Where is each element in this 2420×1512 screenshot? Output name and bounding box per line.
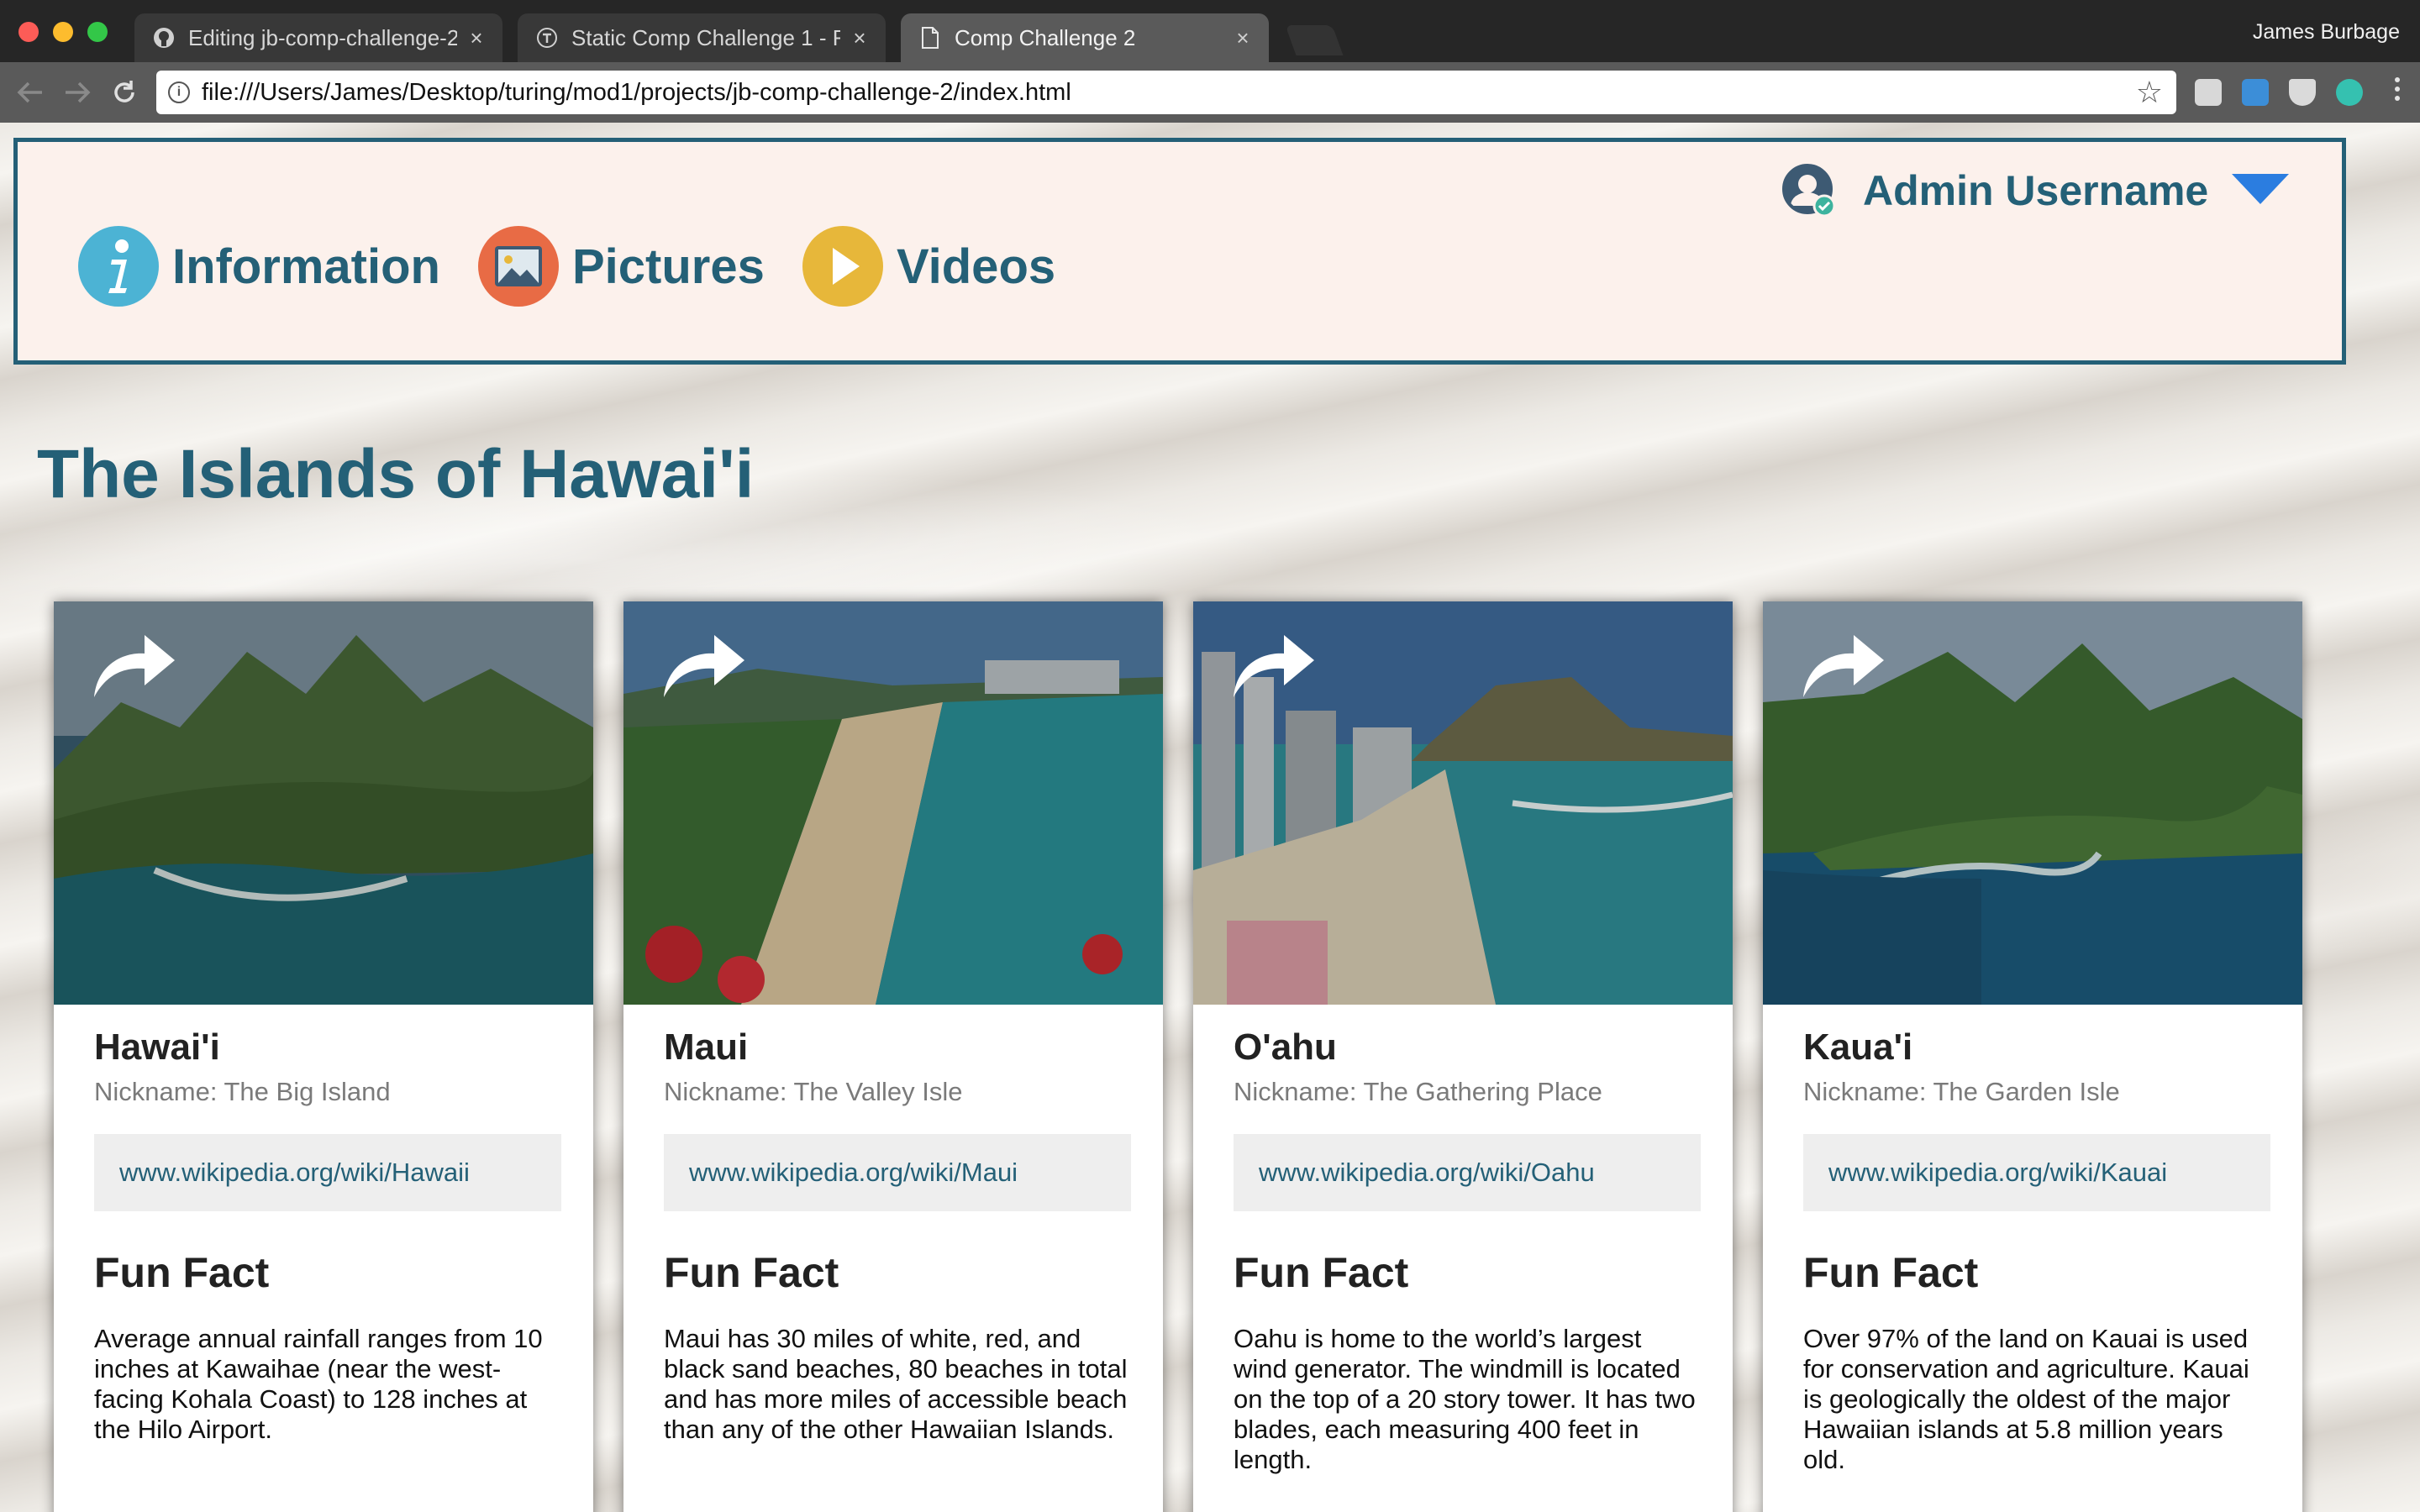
maximize-window-button[interactable] <box>87 22 108 42</box>
info-icon <box>78 226 159 307</box>
username-label[interactable]: Admin Username <box>1863 166 2208 215</box>
island-name: O'ahu <box>1234 1026 1337 1068</box>
extension-shield-icon[interactable] <box>2289 79 2316 106</box>
island-nickname: Nickname: The Garden Isle <box>1803 1077 2120 1106</box>
user-avatar-icon <box>1782 164 1836 218</box>
share-arrow-icon[interactable] <box>660 627 748 701</box>
wiki-link[interactable]: www.wikipedia.org/wiki/Kauai <box>1828 1158 2167 1188</box>
document-icon <box>919 27 941 49</box>
nav-information-label: Information <box>172 239 440 294</box>
browser-profile-name[interactable]: James Burbage <box>2253 20 2400 45</box>
browser-tab-comp-challenge-1[interactable]: Static Comp Challenge 1 - Front-End × <box>518 13 886 62</box>
wiki-link-box: www.wikipedia.org/wiki/Kauai <box>1803 1134 2270 1211</box>
nav-information[interactable]: Information <box>78 226 440 307</box>
new-tab-button[interactable] <box>1285 25 1344 55</box>
extension-icon-1[interactable] <box>2195 79 2222 106</box>
fun-fact-heading: Fun Fact <box>94 1249 270 1296</box>
wiki-link[interactable]: www.wikipedia.org/wiki/Maui <box>689 1158 1018 1188</box>
browser-tab-comp-challenge-2[interactable]: Comp Challenge 2 × <box>901 13 1269 62</box>
fun-fact-text: Maui has 30 miles of white, red, and bla… <box>664 1324 1128 1444</box>
github-icon <box>153 27 175 49</box>
island-card-kauai: Kaua'i Nickname: The Garden Isle www.wik… <box>1763 601 2302 1512</box>
tab-title: Static Comp Challenge 1 - Front-End <box>571 24 840 50</box>
picture-icon <box>478 226 559 307</box>
close-tab-icon[interactable]: × <box>467 25 486 51</box>
browser-tab-bar: Editing jb-comp-challenge-2/README.md × … <box>0 0 2420 62</box>
dropdown-arrow-icon[interactable] <box>2232 172 2290 210</box>
nav-videos[interactable]: Videos <box>802 226 1055 307</box>
share-arrow-icon[interactable] <box>1800 627 1887 701</box>
wiki-link-box: www.wikipedia.org/wiki/Oahu <box>1234 1134 1701 1211</box>
fun-fact-heading: Fun Fact <box>1803 1249 1979 1296</box>
fun-fact-heading: Fun Fact <box>664 1249 839 1296</box>
nav-pictures-label: Pictures <box>572 239 765 294</box>
browser-tab-readme[interactable]: Editing jb-comp-challenge-2/README.md × <box>134 13 502 62</box>
wiki-link-box: www.wikipedia.org/wiki/Maui <box>664 1134 1131 1211</box>
nav-videos-label: Videos <box>897 239 1056 294</box>
island-nickname: Nickname: The Gathering Place <box>1234 1077 1602 1106</box>
site-info-icon[interactable]: i <box>168 81 190 103</box>
back-arrow-icon[interactable] <box>12 74 49 111</box>
island-card-maui: Maui Nickname: The Valley Isle www.wikip… <box>623 601 1163 1512</box>
user-menu[interactable]: Admin Username <box>1782 164 2290 218</box>
island-photo-maui <box>623 601 1163 1005</box>
close-tab-icon[interactable]: × <box>850 25 869 51</box>
close-window-button[interactable] <box>18 22 39 42</box>
island-photo-oahu <box>1193 601 1733 1005</box>
play-icon <box>802 226 883 307</box>
browser-toolbar: i file:///Users/James/Desktop/turing/mod… <box>0 62 2420 123</box>
extension-reader-icon[interactable] <box>2242 79 2269 106</box>
island-photo-kauai <box>1763 601 2302 1005</box>
site-header: Admin Username Information Pictures Vide… <box>13 138 2346 365</box>
url-text[interactable]: file:///Users/James/Desktop/turing/mod1/… <box>202 79 2136 107</box>
browser-menu-icon[interactable] <box>2393 77 2402 101</box>
reload-icon[interactable] <box>106 74 143 111</box>
wiki-link[interactable]: www.wikipedia.org/wiki/Hawaii <box>119 1158 470 1188</box>
island-nickname: Nickname: The Big Island <box>94 1077 391 1106</box>
minimize-window-button[interactable] <box>53 22 73 42</box>
fun-fact-heading: Fun Fact <box>1234 1249 1409 1296</box>
fun-fact-text: Average annual rainfall ranges from 10 i… <box>94 1324 543 1444</box>
island-card-oahu: O'ahu Nickname: The Gathering Place www.… <box>1193 601 1733 1512</box>
share-arrow-icon[interactable] <box>1230 627 1318 701</box>
island-card-hawaii: Hawai'i Nickname: The Big Island www.wik… <box>54 601 593 1512</box>
island-nickname: Nickname: The Valley Isle <box>664 1077 963 1106</box>
close-tab-icon[interactable]: × <box>1234 25 1252 51</box>
turing-icon <box>536 27 558 49</box>
wiki-link[interactable]: www.wikipedia.org/wiki/Oahu <box>1259 1158 1595 1188</box>
tab-title: Editing jb-comp-challenge-2/README.md <box>188 24 457 50</box>
island-photo-hawaii <box>54 601 593 1005</box>
address-bar[interactable]: i file:///Users/James/Desktop/turing/mod… <box>156 71 2176 114</box>
page-viewport: Admin Username Information Pictures Vide… <box>0 123 2420 1512</box>
bookmark-star-icon[interactable]: ☆ <box>2136 75 2163 110</box>
page-title: The Islands of Hawai'i <box>37 436 755 512</box>
wiki-link-box: www.wikipedia.org/wiki/Hawaii <box>94 1134 561 1211</box>
island-name: Hawai'i <box>94 1026 220 1068</box>
nav-pictures[interactable]: Pictures <box>478 226 765 307</box>
fun-fact-text: Over 97% of the land on Kauai is used fo… <box>1803 1324 2249 1474</box>
forward-arrow-icon[interactable] <box>59 74 96 111</box>
island-name: Maui <box>664 1026 749 1068</box>
extension-circle-icon[interactable] <box>2336 79 2363 106</box>
island-name: Kaua'i <box>1803 1026 1913 1068</box>
fun-fact-text: Oahu is home to the world’s largest wind… <box>1234 1324 1696 1474</box>
share-arrow-icon[interactable] <box>91 627 178 701</box>
tab-title: Comp Challenge 2 <box>955 24 1136 50</box>
